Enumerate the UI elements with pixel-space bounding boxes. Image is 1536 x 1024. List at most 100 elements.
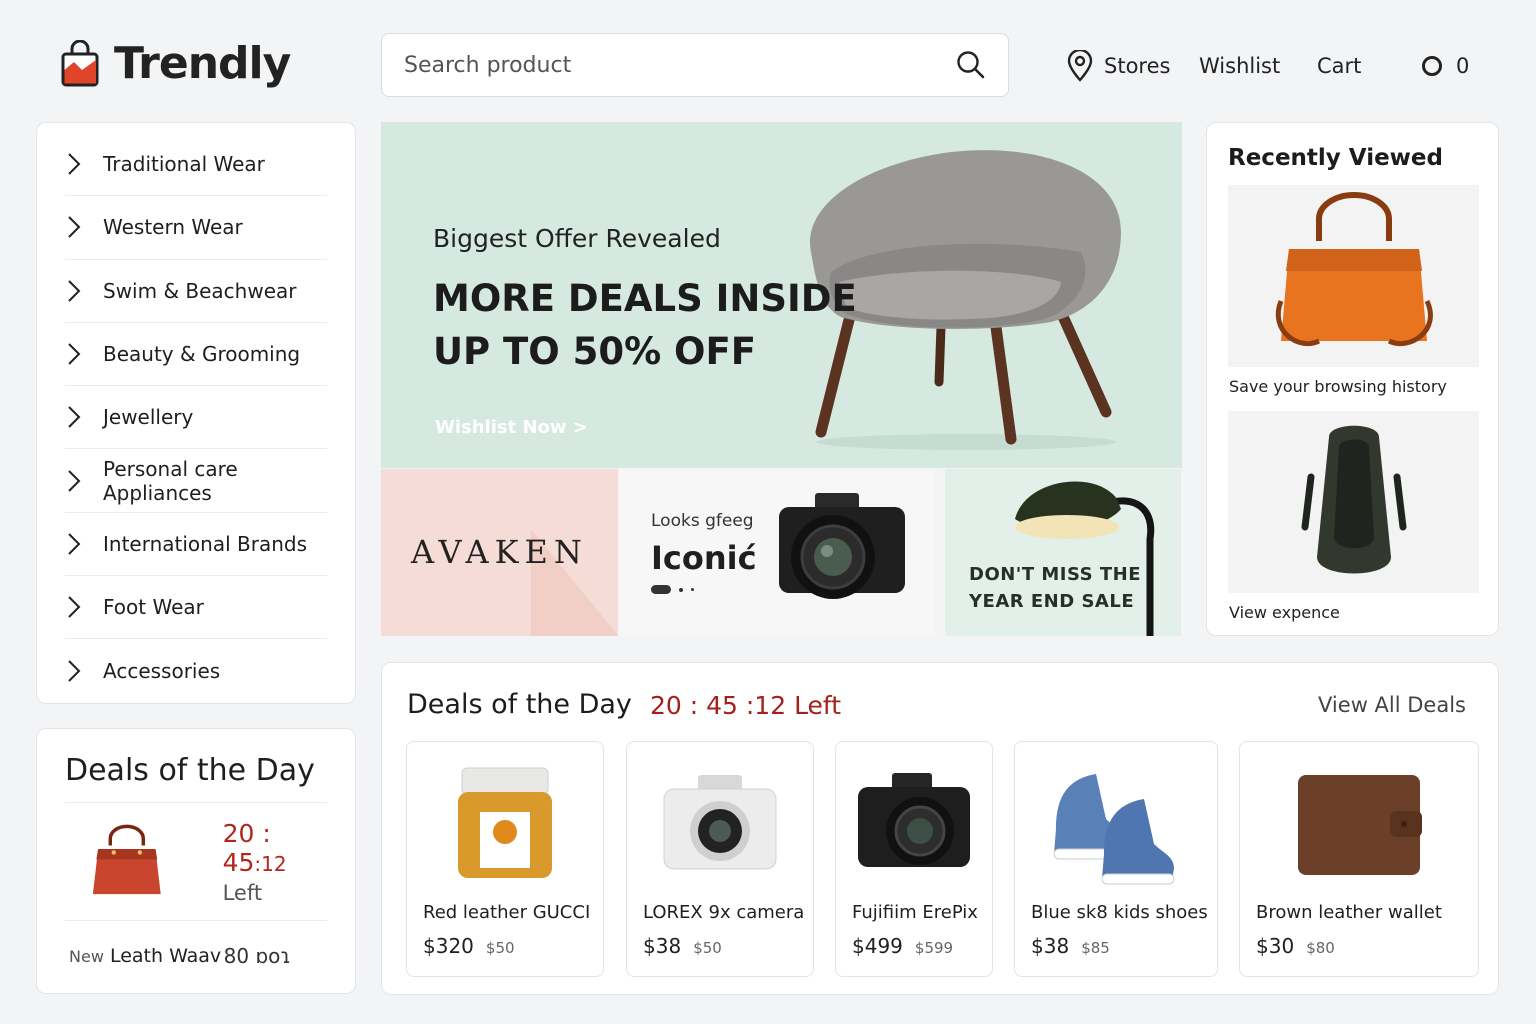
recent-item-caption: Save your browsing history xyxy=(1229,377,1447,396)
sidebar-item-label: Accessories xyxy=(103,659,221,684)
handbag-image xyxy=(92,824,161,894)
sidebar-item-label: Foot Wear xyxy=(103,595,204,620)
side-deals-panel: Deals of the Day 20 : 45:12 Left New Lea… xyxy=(36,728,356,994)
sidebar-item-label: Beauty & Grooming xyxy=(103,342,301,367)
nav-cart[interactable]: Cart xyxy=(1317,50,1361,82)
hero-banner[interactable]: Biggest Offer Revealed MORE DEALS INSIDE… xyxy=(381,122,1182,468)
view-all-deals-link[interactable]: View All Deals xyxy=(1318,693,1466,717)
camera-image xyxy=(779,493,905,599)
promo-brand-name: AVAKEN xyxy=(411,533,588,571)
sidebar-item-western-wear[interactable]: Western Wear xyxy=(65,196,327,260)
sidebar-item-traditional-wear[interactable]: Traditional Wear xyxy=(65,133,327,197)
location-pin-icon xyxy=(1067,50,1093,82)
brand-logo[interactable]: Trendly xyxy=(60,38,291,89)
recent-item-image[interactable] xyxy=(1228,411,1479,593)
product-card[interactable]: Blue sk8 kids shoes $38 $85 xyxy=(1014,741,1218,977)
product-card[interactable]: Brown leather wallet $30 $80 xyxy=(1239,741,1479,977)
timer-left-label: Left xyxy=(222,880,263,905)
product-name: Fujifiim ErePix xyxy=(852,902,978,923)
recent-item-caption: View expence xyxy=(1229,603,1340,622)
product-card[interactable]: Fujifiim ErePix $499 $599 xyxy=(835,741,993,977)
product-old-price: $50 xyxy=(693,939,722,957)
brand-name: Trendly xyxy=(114,38,291,89)
product-old-price: $599 xyxy=(914,939,954,957)
sidebar-item-label: Personal care Appliances xyxy=(103,456,238,505)
hero-title: MORE DEALS INSIDE UP TO 50% OFF xyxy=(433,272,857,378)
product-old-price: $80 xyxy=(1306,939,1335,957)
side-deal-prefix: New xyxy=(69,947,104,966)
sidebar-item-international-brands[interactable]: International Brands xyxy=(65,513,327,577)
carousel-dots[interactable] xyxy=(651,585,694,594)
chevron-right-icon xyxy=(68,406,81,429)
promo-camera-title: Iconić xyxy=(651,539,757,577)
sidebar-item-label: International Brands xyxy=(103,531,307,556)
side-deals-title: Deals of the Day xyxy=(65,729,327,803)
recently-viewed-panel: Recently Viewed Save your browsing histo… xyxy=(1206,122,1499,636)
sidebar-item-label: Traditional Wear xyxy=(103,152,265,177)
promo-tile-camera[interactable]: Looks gfeeg Iconić xyxy=(619,469,935,636)
circle-icon xyxy=(1422,56,1442,76)
hero-title-line2: UP TO 50% OFF xyxy=(433,330,757,373)
search-icon[interactable] xyxy=(956,50,986,80)
cart-count[interactable]: 0 xyxy=(1422,50,1469,82)
deals-title: Deals of the Day xyxy=(407,689,632,720)
chevron-right-icon xyxy=(68,343,81,365)
product-old-price: $85 xyxy=(1081,939,1110,957)
sidebar-item-foot-wear[interactable]: Foot Wear xyxy=(65,576,327,640)
timer-seconds: :12 xyxy=(254,851,287,876)
wishlist-now-link[interactable]: Wishlist Now > xyxy=(435,417,588,438)
promo-sale-line1: DON'T MISS THE xyxy=(969,564,1141,585)
chevron-right-icon xyxy=(68,469,81,492)
white-camera-icon xyxy=(663,775,777,870)
promo-tile-year-end[interactable]: DON'T MISS THE YEAR END SALE xyxy=(945,469,1181,636)
product-name: Red leather GUCCI xyxy=(423,902,591,923)
nav-stores[interactable]: Stores xyxy=(1066,50,1170,82)
deals-timer: 20 : 45 :12 Left xyxy=(650,691,842,720)
product-name: LOREX 9x camera xyxy=(643,902,805,923)
chevron-right-icon xyxy=(68,216,81,239)
promo-tile-avaken[interactable]: AVAKEN xyxy=(381,469,618,636)
nav-stores-label: Stores xyxy=(1104,54,1171,78)
product-price: $320 xyxy=(423,934,474,958)
jar-icon xyxy=(458,767,552,878)
sidebar-item-swim-beachwear[interactable]: Swim & Beachwear xyxy=(65,260,327,323)
search-input[interactable] xyxy=(404,52,956,78)
product-old-price: $50 xyxy=(485,939,515,957)
chevron-right-icon xyxy=(68,660,81,682)
black-camera-icon xyxy=(858,773,970,867)
side-deal-timer: 20 : 45:12 Left xyxy=(223,819,327,905)
side-deal-item[interactable]: 20 : 45:12 Left xyxy=(65,803,327,921)
wallet-icon xyxy=(1298,775,1422,875)
orange-bag-icon xyxy=(1275,192,1433,347)
hero-eyebrow: Biggest Offer Revealed xyxy=(433,224,721,253)
product-price: $38 xyxy=(643,934,682,958)
deals-section: Deals of the Day 20 : 45 :12 Left View A… xyxy=(381,662,1499,995)
side-deal-footer[interactable]: New Leath Waav 80 ɒoɿ xyxy=(65,921,327,991)
chevron-right-icon xyxy=(68,280,81,302)
nav-wishlist[interactable]: Wishlist xyxy=(1199,50,1280,82)
product-price: $499 xyxy=(852,934,903,958)
promo-sale-line2: YEAR END SALE xyxy=(969,591,1135,612)
search-bar xyxy=(381,33,1009,97)
product-price: $38 xyxy=(1031,934,1070,958)
sidebar-item-accessories[interactable]: Accessories xyxy=(65,639,327,702)
product-price: $30 xyxy=(1256,934,1295,958)
product-card[interactable]: LOREX 9x camera $38 $50 xyxy=(626,741,814,977)
sidebar-item-beauty-grooming[interactable]: Beauty & Grooming xyxy=(65,323,327,387)
chevron-right-icon xyxy=(68,533,81,555)
side-deal-price: 80 ɒoɿ xyxy=(223,944,291,968)
shopping-bag-icon xyxy=(61,39,99,86)
category-sidebar: Traditional Wear Western Wear Swim & Bea… xyxy=(36,122,356,704)
sneakers-icon xyxy=(1053,774,1175,885)
promo-sale-text: DON'T MISS THE YEAR END SALE xyxy=(969,561,1141,615)
cart-count-value: 0 xyxy=(1456,54,1470,78)
backpack-icon xyxy=(1301,425,1406,574)
chevron-right-icon xyxy=(68,153,81,175)
product-card[interactable]: Red leather GUCCI $320 $50 xyxy=(406,741,604,977)
sidebar-item-jewellery[interactable]: Jewellery xyxy=(65,386,327,450)
sidebar-item-personal-care[interactable]: Personal care Appliances xyxy=(65,449,327,513)
recent-item-image[interactable] xyxy=(1228,185,1479,367)
recently-viewed-title: Recently Viewed xyxy=(1228,145,1443,171)
product-name: Blue sk8 kids shoes xyxy=(1031,902,1208,923)
side-deal-name: Leath Waav xyxy=(109,945,222,967)
